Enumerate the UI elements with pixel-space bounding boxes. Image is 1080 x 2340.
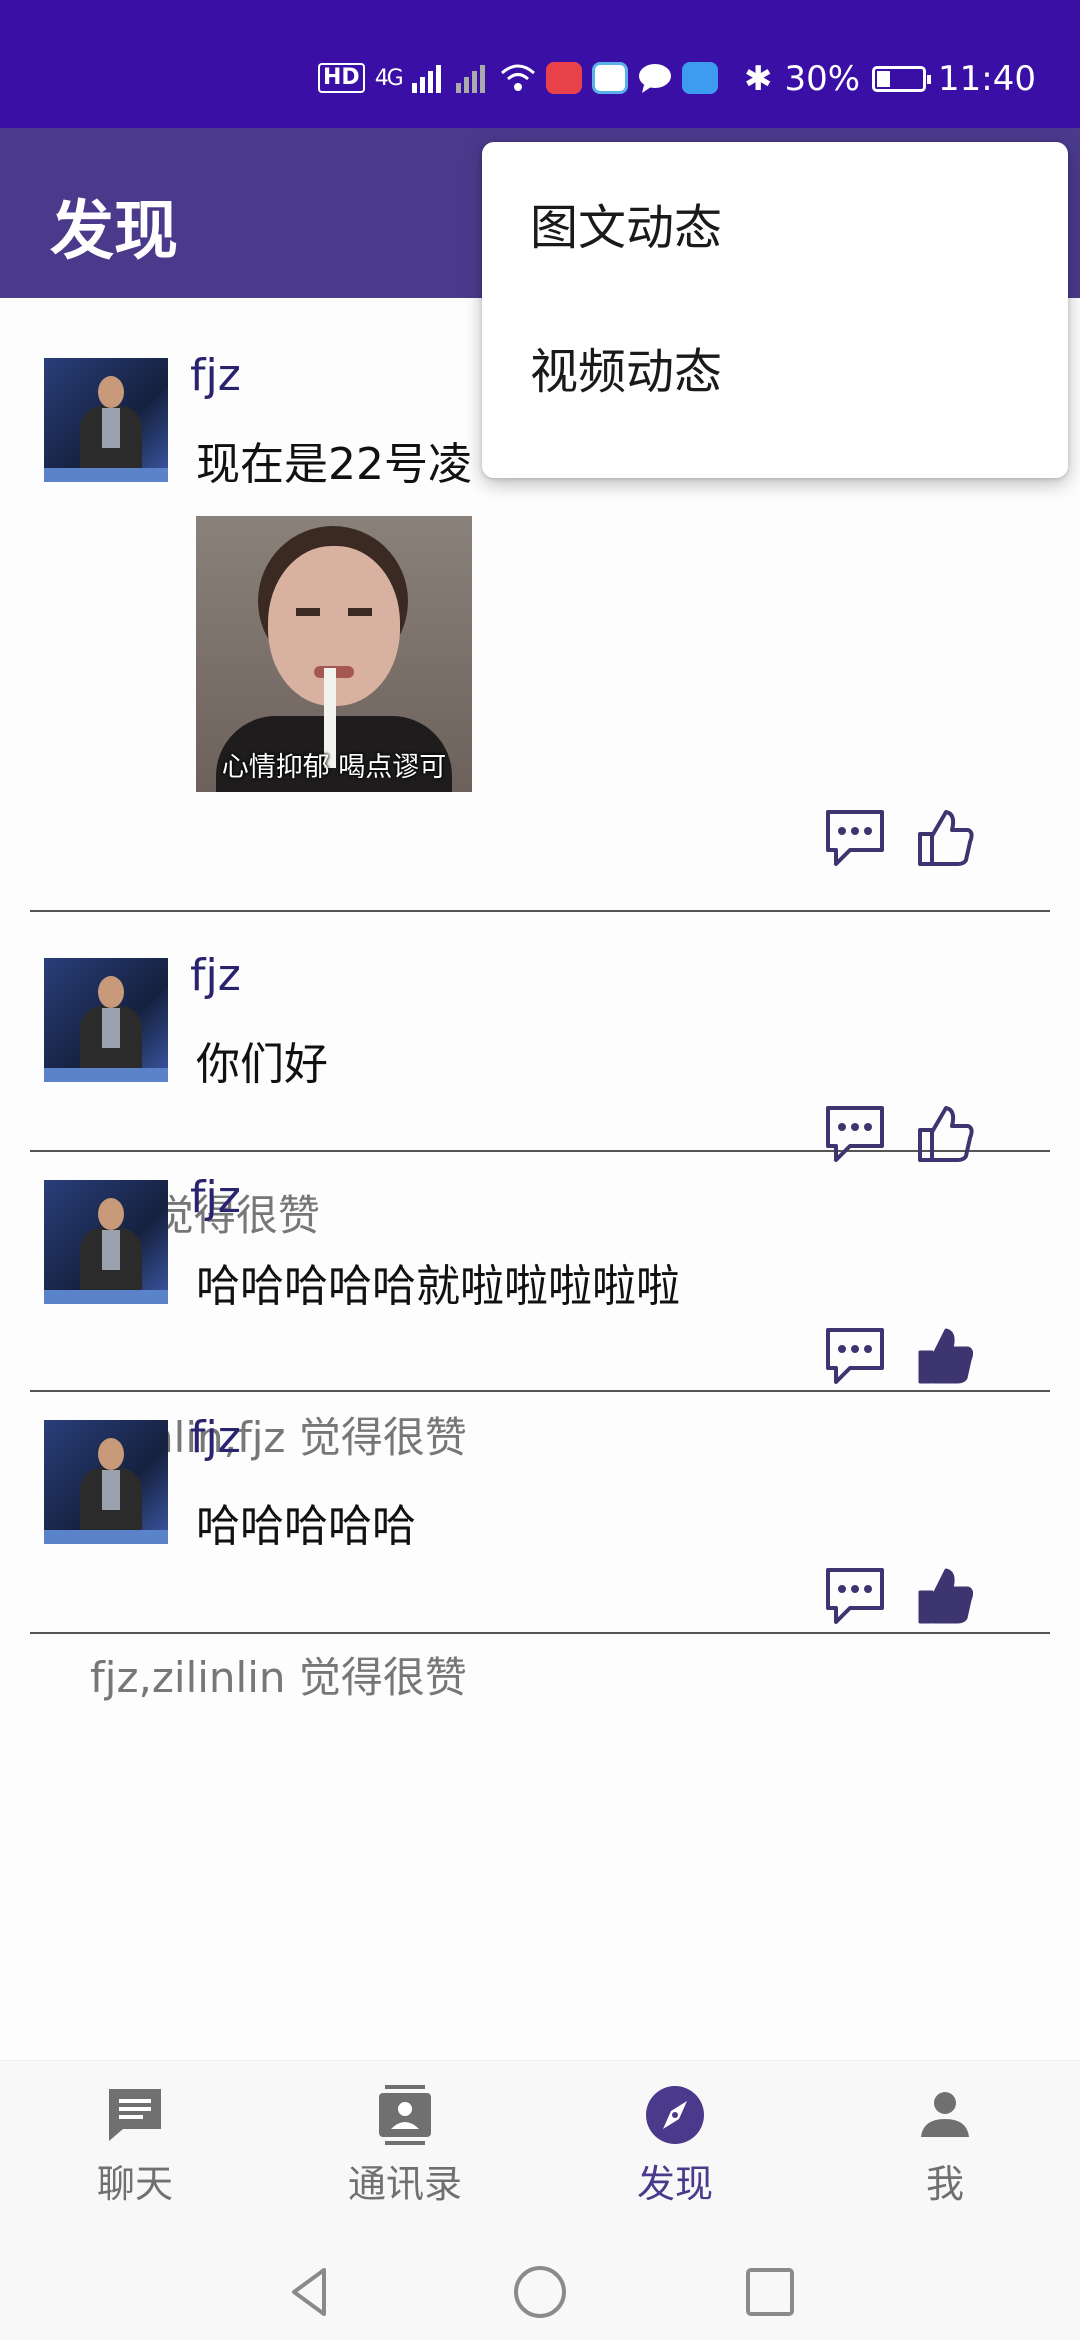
like-outline-icon[interactable] (912, 806, 978, 870)
menu-item-video-post[interactable]: 视频动态 (530, 332, 722, 402)
wifi-icon (500, 64, 535, 91)
recents-icon[interactable] (740, 2262, 800, 2322)
avatar[interactable] (44, 358, 168, 482)
avatar[interactable] (44, 1180, 168, 1304)
avatar[interactable] (44, 958, 168, 1082)
hd-indicator: HD (318, 63, 365, 93)
post-item: fjz 哈哈哈哈哈 fjz,zilinlin 觉得很赞 (30, 1392, 1050, 1702)
like-filled-icon[interactable] (912, 1324, 978, 1388)
battery-icon (872, 66, 932, 92)
status-right: ✱ 30% 11:40 (744, 54, 1036, 104)
bottom-nav: 聊天 通讯录 发现 我 (0, 2060, 1080, 2240)
clock: 11:40 (938, 59, 1036, 99)
nav-label-me: 我 (925, 2162, 964, 2206)
status-icons: HD 4G (318, 58, 718, 98)
post-username[interactable]: fjz (190, 950, 241, 1001)
nav-item-chat[interactable]: 聊天 (0, 2061, 270, 2241)
bluetooth-icon: ✱ (743, 59, 773, 99)
post-username[interactable]: fjz (190, 1412, 241, 1463)
battery-percent: 30% (784, 59, 861, 99)
huawei-app-icon (545, 62, 582, 94)
compass-icon (646, 2086, 704, 2144)
post-image-caption: 心情抑郁 喝点谬可 (221, 752, 447, 783)
avatar[interactable] (44, 1420, 168, 1544)
post-actions (790, 1564, 974, 1634)
likes-text: fjz,zilinlin 觉得很赞 (90, 1653, 467, 1702)
battery-fill (877, 71, 891, 87)
network-type: 4G (374, 65, 404, 91)
post-content: 哈哈哈哈哈 (196, 1501, 416, 1552)
home-icon[interactable] (510, 2262, 570, 2322)
post-item: fjz 你们好 fjz 觉得很赞 (30, 912, 1050, 1240)
status-bar: HD 4G ✱ 30% 11:40 (0, 0, 1080, 128)
comment-icon[interactable] (822, 1564, 888, 1628)
menu-item-image-text-post[interactable]: 图文动态 (530, 188, 722, 258)
page-title: 发现 (50, 195, 178, 269)
nav-item-discover[interactable]: 发现 (540, 2061, 810, 2241)
post-content: 你们好 (196, 1039, 328, 1090)
app-icon (681, 62, 718, 94)
post-content: 现在是22号凌 (196, 439, 472, 490)
comment-icon[interactable] (822, 1324, 888, 1388)
post-actions (790, 1324, 974, 1394)
nav-item-contacts[interactable]: 通讯录 (270, 2061, 540, 2241)
signal-icon (411, 65, 441, 93)
post-content: 哈哈哈哈哈就啦啦啦啦啦 (196, 1261, 680, 1312)
post-username[interactable]: fjz (190, 1172, 241, 1223)
post-item: fjz 哈哈哈哈哈就啦啦啦啦啦 zilinlin,fjz 觉得很赞 (30, 1152, 1050, 1462)
post-image[interactable]: 心情抑郁 喝点谬可 (196, 516, 472, 792)
message-app-icon (591, 62, 628, 94)
nav-label-discover: 发现 (636, 2162, 713, 2206)
signal-2-icon (455, 65, 485, 93)
system-nav-bar (0, 2240, 1080, 2340)
nav-label-chat: 聊天 (96, 2162, 173, 2206)
person-icon (921, 2092, 969, 2137)
nav-label-contacts: 通讯录 (347, 2162, 462, 2206)
nav-item-me[interactable]: 我 (810, 2061, 1080, 2241)
comment-icon[interactable] (822, 806, 888, 870)
contacts-icon (379, 2085, 431, 2145)
chat-bubble-icon (638, 64, 671, 93)
back-icon[interactable] (280, 2262, 340, 2322)
post-type-menu: 图文动态 视频动态 (482, 142, 1068, 478)
post-actions (790, 806, 974, 876)
chat-icon (109, 2089, 161, 2141)
like-filled-icon[interactable] (912, 1564, 978, 1628)
post-username[interactable]: fjz (190, 350, 241, 401)
